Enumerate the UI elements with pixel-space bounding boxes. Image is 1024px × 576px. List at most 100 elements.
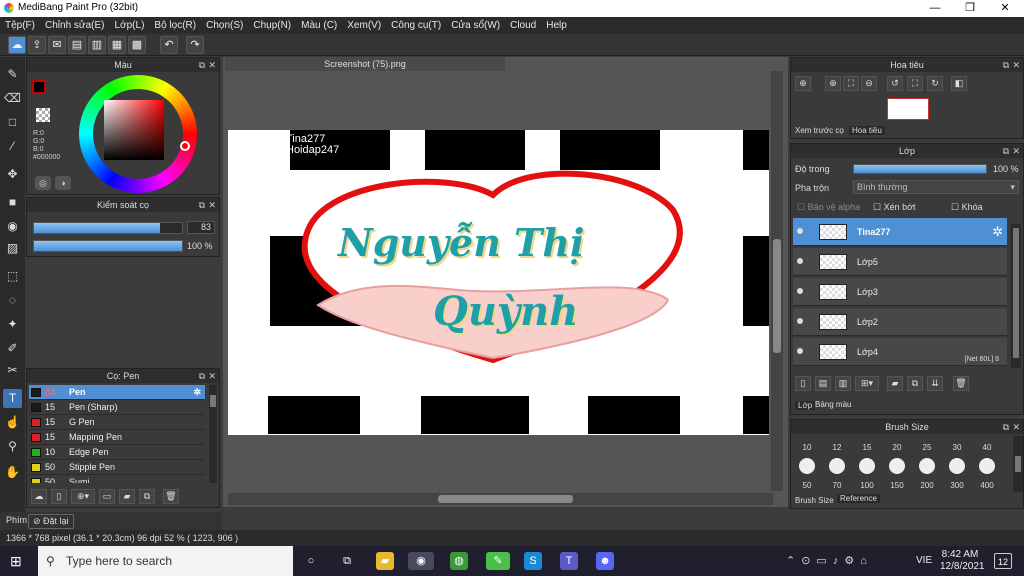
- brush-size-dot[interactable]: [889, 458, 905, 474]
- brush-list-item[interactable]: 15 Pen (Sharp): [29, 400, 205, 415]
- windows-start-icon[interactable]: ⊞: [10, 553, 26, 569]
- redo-icon[interactable]: ↷: [186, 36, 204, 54]
- menu-filter[interactable]: Bộ lọc(R): [149, 17, 201, 34]
- brush-list-scrollbar[interactable]: [209, 385, 217, 483]
- layer-row[interactable]: Lớp3: [793, 278, 1007, 306]
- zoom-in-icon[interactable]: ⊕: [795, 76, 811, 91]
- skype-icon[interactable]: S: [524, 552, 542, 570]
- brush-size-option[interactable]: 100: [855, 481, 879, 490]
- layer-row[interactable]: Lớp2: [793, 308, 1007, 336]
- brush-size-option[interactable]: 12: [825, 443, 849, 452]
- rectangle-tool-icon[interactable]: □: [3, 113, 22, 132]
- popout-icon[interactable]: ⧉: [1003, 144, 1009, 158]
- brush-opacity-slider[interactable]: [33, 240, 183, 252]
- canvas-area[interactable]: Screenshot (75).png Tina277 Hoidap247 Ng…: [223, 57, 788, 507]
- brush-size-slider[interactable]: [33, 222, 183, 234]
- hotkey-tab[interactable]: Phím: [6, 515, 27, 525]
- brush-size-option[interactable]: 25: [915, 443, 939, 452]
- brush-size-input[interactable]: 83: [187, 221, 215, 234]
- cortana-icon[interactable]: ○: [302, 552, 320, 570]
- grid-icon[interactable]: ▦: [108, 36, 126, 54]
- eraser-tool-icon[interactable]: ⌫: [3, 89, 22, 108]
- text-tool-icon[interactable]: T: [3, 389, 22, 408]
- minimize-button[interactable]: —: [918, 0, 952, 17]
- share-icon[interactable]: ⇪: [28, 36, 46, 54]
- layer-opacity-slider[interactable]: [853, 164, 987, 174]
- fill-rect-icon[interactable]: ■: [3, 193, 22, 212]
- close-icon[interactable]: ✕: [1012, 420, 1020, 434]
- zoom-in-small-icon[interactable]: ⊕: [825, 76, 841, 91]
- duplicate-layer-icon[interactable]: ⧉: [907, 376, 923, 391]
- brush-list-item[interactable]: 50 Stipple Pen: [29, 460, 205, 475]
- gear-icon[interactable]: ✲: [992, 224, 1003, 240]
- visibility-eye-icon[interactable]: [797, 288, 803, 294]
- add-layer-menu-icon[interactable]: ⊞▾: [855, 376, 879, 391]
- tab-palette[interactable]: Bảng màu: [815, 400, 851, 409]
- brush-size-dot[interactable]: [979, 458, 995, 474]
- tab-layers[interactable]: Lớp: [795, 401, 816, 410]
- layer-folder-icon[interactable]: ▰: [887, 376, 903, 391]
- close-icon[interactable]: ✕: [1012, 58, 1020, 72]
- menu-select[interactable]: Chọn(S): [201, 17, 248, 34]
- brush-size-dot[interactable]: [859, 458, 875, 474]
- menu-file[interactable]: Tệp(F): [0, 17, 40, 34]
- menu-layer[interactable]: Lớp(L): [110, 17, 150, 34]
- blend-mode-select[interactable]: Bình thường ▾: [853, 180, 1019, 194]
- popout-icon[interactable]: ⧉: [199, 198, 205, 212]
- delete-layer-icon[interactable]: 🗑: [953, 376, 969, 391]
- navigator-thumbnail[interactable]: [887, 98, 929, 120]
- magic-wand-icon[interactable]: ✦: [3, 315, 22, 334]
- brush-size-option[interactable]: 30: [945, 443, 969, 452]
- gear-icon[interactable]: ✲: [193, 385, 201, 400]
- merge-layer-icon[interactable]: ⇊: [927, 376, 943, 391]
- visibility-eye-icon[interactable]: [797, 258, 803, 264]
- teams-icon[interactable]: T: [560, 552, 578, 570]
- undo-icon[interactable]: ↶: [160, 36, 178, 54]
- brush-size-option[interactable]: 10: [795, 443, 819, 452]
- brush-size-option[interactable]: 150: [885, 481, 909, 490]
- layer-row[interactable]: Lớp5: [793, 248, 1007, 276]
- file-explorer-icon[interactable]: ▰: [376, 552, 394, 570]
- menu-cloud[interactable]: Cloud: [505, 17, 541, 34]
- close-icon[interactable]: ✕: [208, 369, 216, 383]
- brush-size-dot[interactable]: [949, 458, 965, 474]
- brush-list-item[interactable]: 50 Sumi: [29, 475, 205, 483]
- drawing-canvas[interactable]: Tina277 Hoidap247 Nguyễn Thị Quỳnh: [228, 130, 769, 435]
- trash-icon[interactable]: 🗑: [163, 489, 179, 504]
- eyedropper-tool-icon[interactable]: ⚲: [3, 437, 22, 456]
- system-tray-icons[interactable]: ⌃⊙▭♪⚙⌂: [786, 554, 873, 567]
- brush-size-option[interactable]: 400: [975, 481, 999, 490]
- popout-icon[interactable]: ⧉: [199, 369, 205, 383]
- tab-navigator[interactable]: Hoa tiêu: [849, 126, 885, 135]
- select-pen-icon[interactable]: ✐: [3, 339, 22, 358]
- discord-icon[interactable]: ☻: [596, 552, 614, 570]
- reset-rotate-icon[interactable]: ⛶: [907, 76, 923, 91]
- brush-size-dot[interactable]: [799, 458, 815, 474]
- layer-list-scrollbar[interactable]: [1011, 224, 1021, 368]
- brush-size-option[interactable]: 15: [855, 443, 879, 452]
- page-icon[interactable]: ▤: [68, 36, 86, 54]
- brush-size-option[interactable]: 70: [825, 481, 849, 490]
- operation-tool-icon[interactable]: ☝: [3, 413, 22, 432]
- brush-list-item[interactable]: 10 Edge Pen: [29, 445, 205, 460]
- brush-settings-icon[interactable]: ▭: [99, 489, 115, 504]
- close-icon[interactable]: ✕: [1012, 144, 1020, 158]
- brush-size-option[interactable]: 40: [975, 443, 999, 452]
- dot-tool-icon[interactable]: ⁄: [3, 137, 22, 156]
- brush-size-option[interactable]: 20: [885, 443, 909, 452]
- menu-tools[interactable]: Công cụ(T): [386, 17, 446, 34]
- menu-view[interactable]: Xem(V): [342, 17, 386, 34]
- tab-reference[interactable]: Reference: [837, 494, 880, 503]
- duplicate-icon[interactable]: ⧉: [139, 489, 155, 504]
- move-tool-icon[interactable]: ✥: [3, 165, 22, 184]
- palette-icon[interactable]: ◎: [35, 176, 51, 190]
- foreground-color-swatch[interactable]: [32, 80, 46, 94]
- brush-tool-icon[interactable]: ✎: [3, 65, 22, 84]
- visibility-eye-icon[interactable]: [797, 228, 803, 234]
- rotate-right-icon[interactable]: ↻: [927, 76, 943, 91]
- select-tool-icon[interactable]: ⬚: [3, 267, 22, 286]
- brush-size-dot[interactable]: [919, 458, 935, 474]
- brush-cloud-icon[interactable]: ☁: [31, 489, 47, 504]
- flip-icon[interactable]: ◧: [951, 76, 967, 91]
- notification-badge[interactable]: 12: [994, 553, 1012, 569]
